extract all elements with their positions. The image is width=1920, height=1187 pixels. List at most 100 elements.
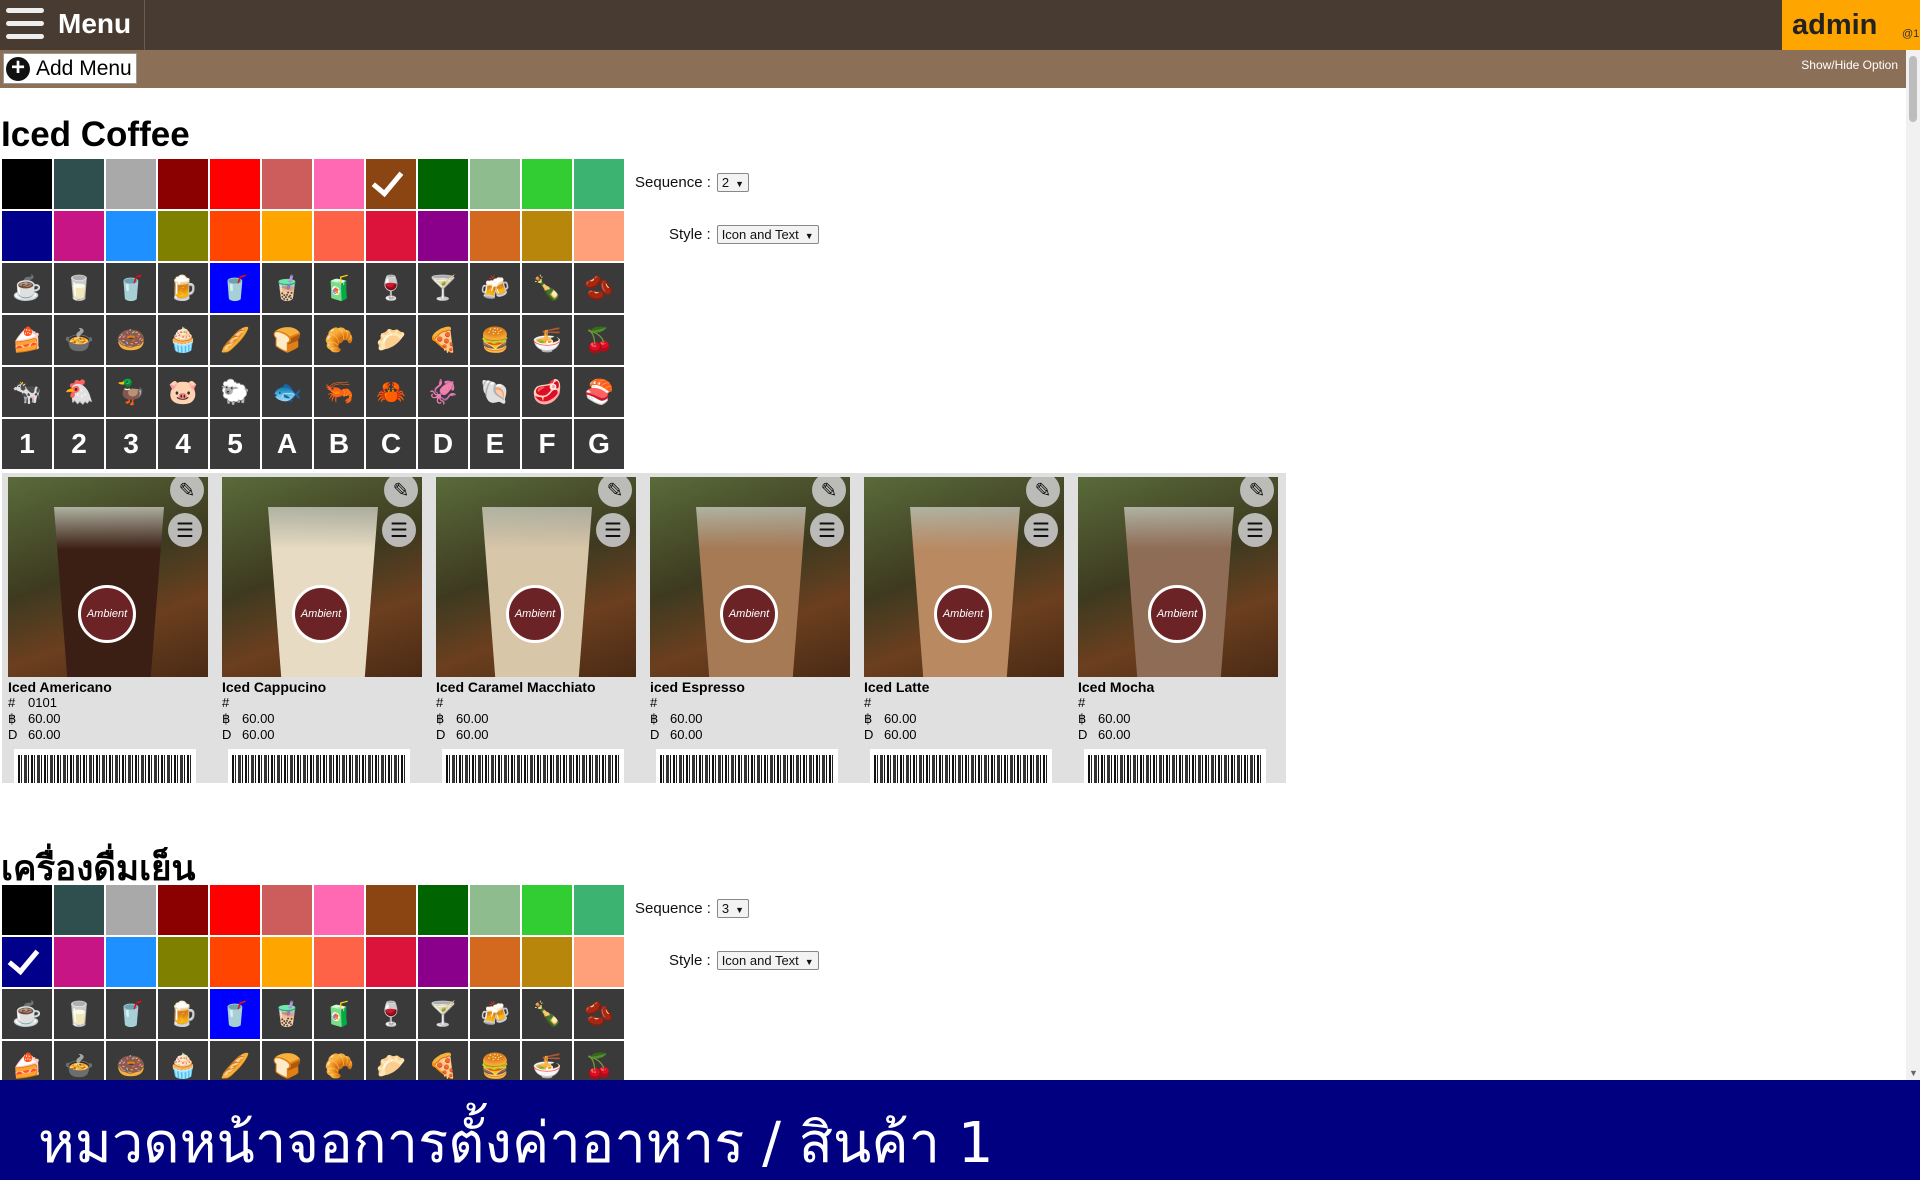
style-select[interactable]: Icon and Text ▼ [716, 225, 819, 244]
icon-label-option[interactable]: A [261, 418, 313, 470]
color-swatch[interactable] [1, 936, 53, 988]
menu-button[interactable]: Menu [0, 0, 145, 50]
donut-icon[interactable]: 🍩 [105, 314, 157, 366]
color-swatch[interactable] [53, 936, 105, 988]
color-swatch[interactable] [469, 158, 521, 210]
add-menu-button[interactable]: + Add Menu [3, 53, 137, 84]
color-swatch[interactable] [521, 936, 573, 988]
coffee-cup-icon[interactable]: ☕ [1, 988, 53, 1040]
color-swatch[interactable] [209, 210, 261, 262]
color-swatch[interactable] [573, 158, 625, 210]
burger-icon[interactable]: 🍔 [469, 1040, 521, 1080]
color-swatch[interactable] [313, 936, 365, 988]
bottle-icon[interactable]: 🍾 [521, 988, 573, 1040]
takeaway-cup-icon[interactable]: 🥤 [105, 262, 157, 314]
color-swatch[interactable] [53, 884, 105, 936]
color-swatch[interactable] [573, 936, 625, 988]
show-hide-option-link[interactable]: Show/Hide Option [1801, 58, 1898, 72]
bubble-tea-icon[interactable]: 🧋 [261, 262, 313, 314]
user-account-button[interactable]: admin @1 [1782, 0, 1920, 50]
color-swatch[interactable] [521, 158, 573, 210]
color-swatch[interactable] [209, 884, 261, 936]
coffee-cup-icon[interactable]: ☕ [1, 262, 53, 314]
color-swatch[interactable] [261, 936, 313, 988]
drag-handle-icon[interactable]: ☰ [382, 513, 416, 547]
beer-mug-icon[interactable]: 🍺 [157, 988, 209, 1040]
bread-icon[interactable]: 🍞 [261, 1040, 313, 1080]
cake-slice-icon[interactable]: 🍰 [1, 314, 53, 366]
donut-icon[interactable]: 🍩 [105, 1040, 157, 1080]
shell-icon[interactable]: 🐚 [469, 366, 521, 418]
color-swatch[interactable] [53, 210, 105, 262]
color-swatch[interactable] [157, 884, 209, 936]
color-swatch[interactable] [365, 158, 417, 210]
color-swatch[interactable] [469, 884, 521, 936]
pig-icon[interactable]: 🐷 [157, 366, 209, 418]
product-card[interactable]: Ambient ✎ ☰ Iced Caramel Macchiato # ฿ 60… [430, 473, 644, 783]
icon-label-option[interactable]: 1 [1, 418, 53, 470]
color-swatch[interactable] [157, 936, 209, 988]
sushi-icon[interactable]: 🍣 [573, 366, 625, 418]
cupcake-icon[interactable]: 🧁 [157, 1040, 209, 1080]
croissant-icon[interactable]: 🥐 [313, 1040, 365, 1080]
product-card[interactable]: Ambient ✎ ☰ Iced Americano #0101 ฿ 60.00 … [2, 473, 216, 783]
cherries-icon[interactable]: 🍒 [573, 314, 625, 366]
wine-glass-icon[interactable]: 🍷 [365, 988, 417, 1040]
color-swatch[interactable] [1, 158, 53, 210]
beer-mug-icon[interactable]: 🍺 [157, 262, 209, 314]
product-card[interactable]: Ambient ✎ ☰ Iced Latte # ฿ 60.00 D 60.00 [858, 473, 1072, 783]
color-swatch[interactable] [157, 158, 209, 210]
color-swatch[interactable] [365, 884, 417, 936]
coffee-beans-icon[interactable]: 🫘 [573, 988, 625, 1040]
color-swatch[interactable] [417, 210, 469, 262]
icon-label-option[interactable]: F [521, 418, 573, 470]
color-swatch[interactable] [209, 936, 261, 988]
color-swatch[interactable] [1, 884, 53, 936]
milk-glass-icon[interactable]: 🥛 [53, 262, 105, 314]
pot-icon[interactable]: 🍲 [53, 1040, 105, 1080]
baguette-icon[interactable]: 🥖 [209, 314, 261, 366]
color-swatch[interactable] [313, 158, 365, 210]
color-swatch[interactable] [417, 936, 469, 988]
beer-mugs-icon[interactable]: 🍻 [469, 988, 521, 1040]
coffee-beans-icon[interactable]: 🫘 [573, 262, 625, 314]
icon-label-option[interactable]: 2 [53, 418, 105, 470]
icon-label-option[interactable]: D [417, 418, 469, 470]
color-swatch[interactable] [105, 884, 157, 936]
noodles-icon[interactable]: 🍜 [521, 1040, 573, 1080]
icon-label-option[interactable]: C [365, 418, 417, 470]
icon-label-option[interactable]: 5 [209, 418, 261, 470]
color-swatch[interactable] [313, 884, 365, 936]
color-swatch[interactable] [261, 158, 313, 210]
bottle-icon[interactable]: 🍾 [521, 262, 573, 314]
cocktail-icon[interactable]: 🍸 [417, 262, 469, 314]
product-card[interactable]: Ambient ✎ ☰ Iced Cappucino # ฿ 60.00 D 60.… [216, 473, 430, 783]
juice-cup-icon[interactable]: 🧃 [313, 988, 365, 1040]
color-swatch[interactable] [573, 884, 625, 936]
cherries-icon[interactable]: 🍒 [573, 1040, 625, 1080]
squid-icon[interactable]: 🦑 [417, 366, 469, 418]
color-swatch[interactable] [261, 884, 313, 936]
product-card[interactable]: Ambient ✎ ☰ iced Espresso # ฿ 60.00 D 60.0… [644, 473, 858, 783]
drag-handle-icon[interactable]: ☰ [596, 513, 630, 547]
croissant-icon[interactable]: 🥐 [313, 314, 365, 366]
scrollbar-thumb[interactable] [1909, 56, 1917, 122]
steak-icon[interactable]: 🥩 [521, 366, 573, 418]
beer-mugs-icon[interactable]: 🍻 [469, 262, 521, 314]
crab-icon[interactable]: 🦀 [365, 366, 417, 418]
color-swatch[interactable] [209, 158, 261, 210]
color-swatch[interactable] [469, 936, 521, 988]
drag-handle-icon[interactable]: ☰ [1238, 513, 1272, 547]
style-select[interactable]: Icon and Text ▼ [716, 951, 819, 970]
dumpling-icon[interactable]: 🥟 [365, 314, 417, 366]
drag-handle-icon[interactable]: ☰ [810, 513, 844, 547]
milk-glass-icon[interactable]: 🥛 [53, 988, 105, 1040]
icon-label-option[interactable]: 4 [157, 418, 209, 470]
color-swatch[interactable] [157, 210, 209, 262]
shrimp-icon[interactable]: 🦐 [313, 366, 365, 418]
baguette-icon[interactable]: 🥖 [209, 1040, 261, 1080]
color-swatch[interactable] [521, 210, 573, 262]
color-swatch[interactable] [365, 210, 417, 262]
bread-icon[interactable]: 🍞 [261, 314, 313, 366]
fish-icon[interactable]: 🐟 [261, 366, 313, 418]
